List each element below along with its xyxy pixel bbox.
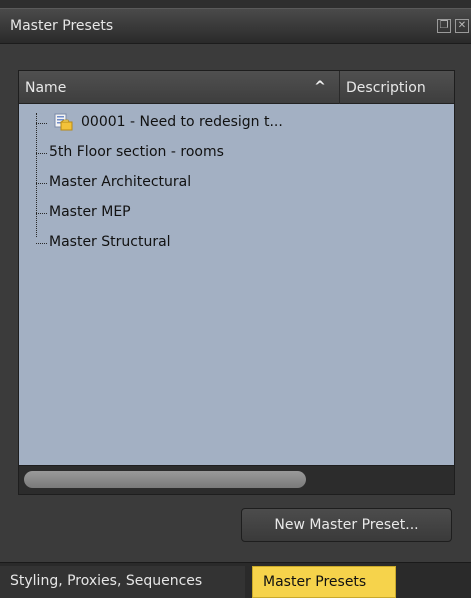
tree-item-00001[interactable]: 00001 - Need to redesign t...: [19, 108, 454, 138]
tab-master-presets[interactable]: Master Presets: [252, 566, 396, 598]
panel-titlebar[interactable]: Master Presets ❐ ✕: [0, 8, 471, 44]
preset-document-icon: [54, 113, 73, 131]
column-header: Name ^ Description: [19, 71, 454, 104]
column-description-label: Description: [346, 80, 426, 96]
master-presets-panel: Master Presets ❐ ✕ Name ^ Description 00…: [0, 0, 471, 598]
tree-item-master-structural[interactable]: Master Structural: [19, 228, 454, 258]
panel-title: Master Presets: [10, 18, 114, 34]
float-window-icon[interactable]: ❐: [437, 19, 451, 33]
tree-body: 00001 - Need to redesign t... 5th Floor …: [19, 105, 454, 461]
preset-tree[interactable]: Name ^ Description 00001 - Need to redes…: [18, 70, 455, 495]
column-header-description[interactable]: Description: [341, 71, 454, 104]
column-header-name[interactable]: Name ^: [19, 71, 340, 104]
sort-ascending-icon[interactable]: ^: [312, 79, 328, 95]
scrollbar-thumb[interactable]: [24, 471, 306, 488]
tree-item-5th-floor[interactable]: 5th Floor section - rooms: [19, 138, 454, 168]
tree-item-label: Master Architectural: [49, 174, 192, 190]
bottom-tab-bar: Styling, Proxies, Sequences Master Prese…: [0, 562, 471, 598]
tree-item-label: Master MEP: [49, 204, 131, 220]
column-name-label: Name: [25, 80, 67, 96]
tree-item-master-mep[interactable]: Master MEP: [19, 198, 454, 228]
horizontal-scrollbar[interactable]: [19, 465, 454, 494]
tab-styling-proxies-sequences[interactable]: Styling, Proxies, Sequences: [0, 566, 245, 598]
tree-item-label: 5th Floor section - rooms: [49, 144, 224, 160]
top-strip: [0, 0, 471, 8]
tree-item-label: 00001 - Need to redesign t...: [81, 114, 283, 130]
new-master-preset-button[interactable]: New Master Preset...: [241, 508, 452, 542]
tree-item-label: Master Structural: [49, 234, 171, 250]
tree-item-master-architectural[interactable]: Master Architectural: [19, 168, 454, 198]
close-icon[interactable]: ✕: [455, 19, 469, 33]
